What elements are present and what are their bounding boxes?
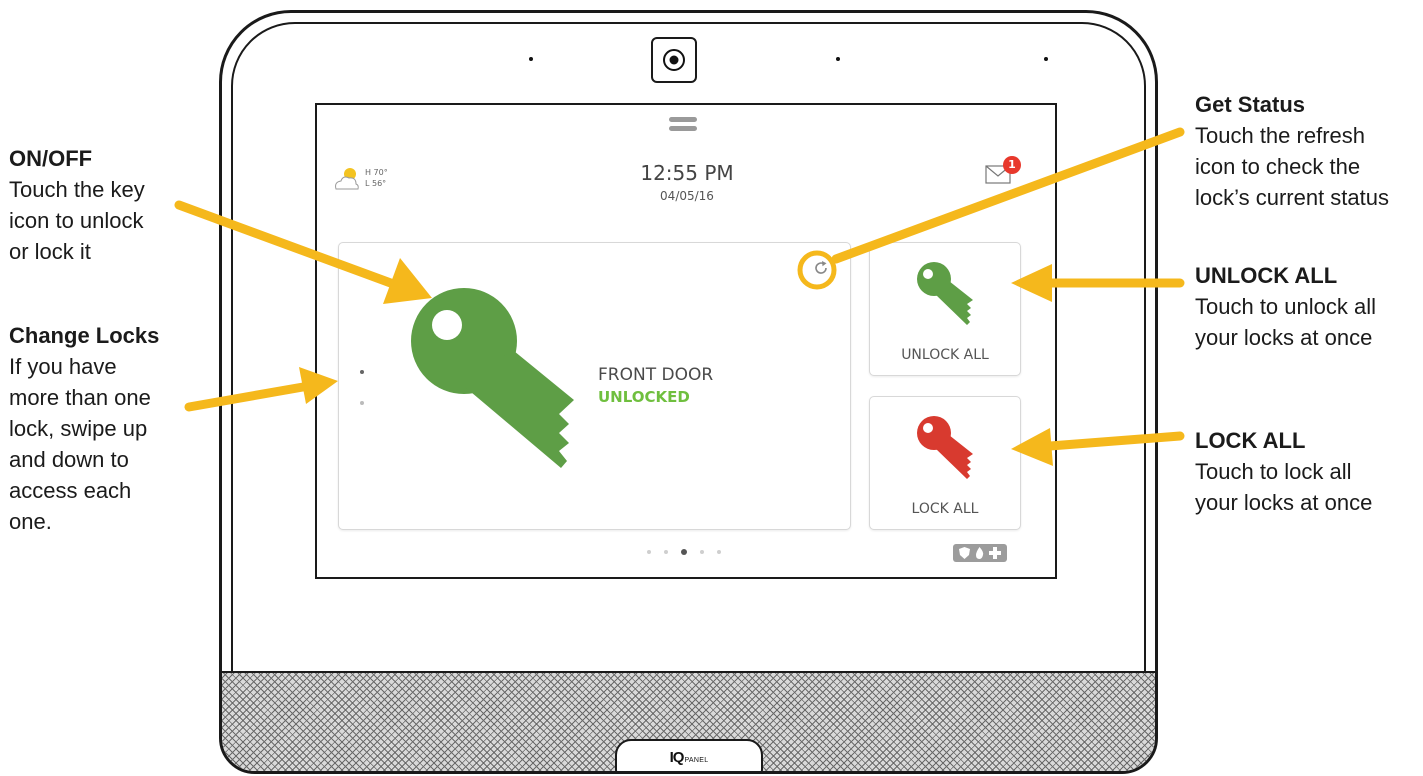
callout-title: Change Locks <box>9 323 160 348</box>
callout-desc: If you have more than one lock, swipe up… <box>9 354 151 534</box>
callout-title: ON/OFF <box>9 146 93 171</box>
change-locks-arrow <box>184 382 308 412</box>
callout-desc: Touch to lock all your locks at once <box>1195 459 1373 515</box>
callout-get-status: Get Status Touch the refresh icon to che… <box>1195 89 1389 213</box>
callout-desc: Touch to unlock all your locks at once <box>1195 294 1376 350</box>
unlock-all-arrowhead <box>1011 264 1052 302</box>
callout-lock-all: LOCK ALL Touch to lock all your locks at… <box>1195 425 1372 518</box>
callout-title: UNLOCK ALL <box>1195 263 1338 288</box>
change-locks-arrowhead <box>299 367 338 404</box>
callout-change-locks: Change Locks If you have more than one l… <box>9 320 159 537</box>
callout-desc: Touch the key icon to unlock or lock it <box>9 177 145 264</box>
callout-title: LOCK ALL <box>1195 428 1306 453</box>
lock-all-arrow <box>1045 431 1185 451</box>
refresh-highlight-ring <box>797 250 837 290</box>
on-off-arrow <box>174 200 401 290</box>
callout-unlock-all: UNLOCK ALL Touch to unlock all your lock… <box>1195 260 1376 353</box>
callout-title: Get Status <box>1195 92 1306 117</box>
callout-on-off: ON/OFF Touch the key icon to unlock or l… <box>9 143 145 267</box>
get-status-arrow <box>831 127 1185 264</box>
callout-desc: Touch the refresh icon to check the lock… <box>1195 123 1390 210</box>
lock-all-arrowhead <box>1011 428 1053 466</box>
